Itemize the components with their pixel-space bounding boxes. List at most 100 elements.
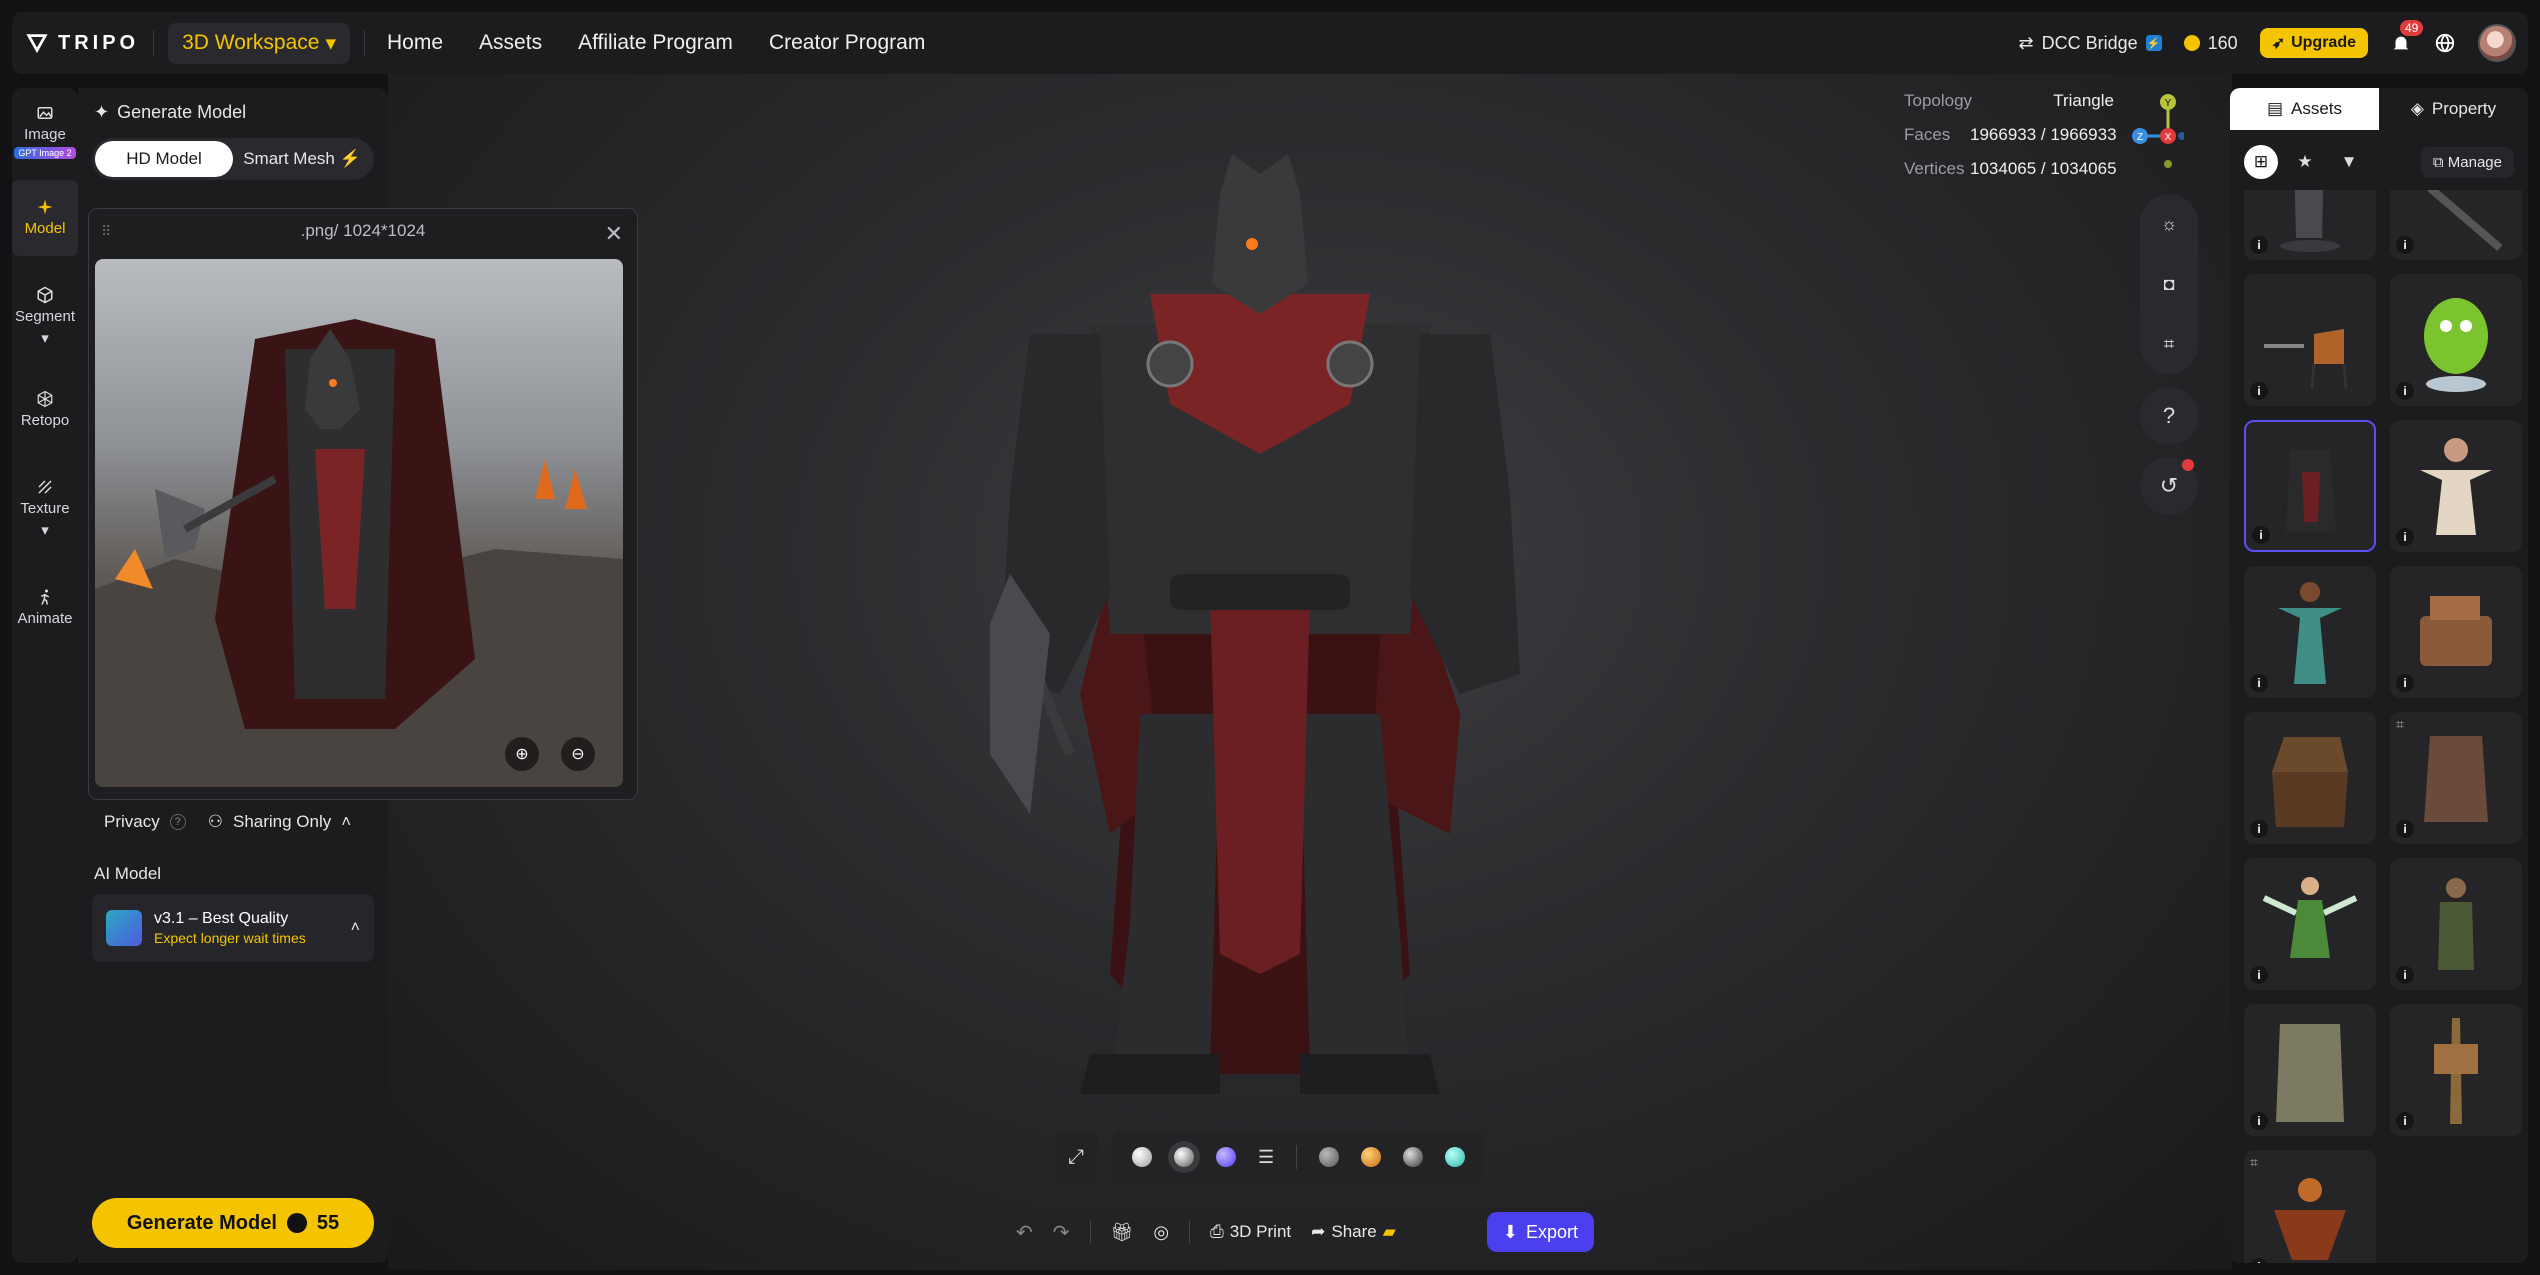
asset-card[interactable]: i (2390, 274, 2522, 406)
3d-viewport[interactable] (388, 74, 2232, 1270)
render-clay-icon[interactable] (1132, 1147, 1152, 1167)
material-teal-icon[interactable] (1445, 1147, 1466, 1167)
asset-card[interactable]: i (2390, 566, 2522, 698)
asset-card[interactable]: i (2244, 190, 2376, 260)
nav-assets[interactable]: Assets (479, 31, 542, 55)
info-icon[interactable]: i (2396, 382, 2414, 400)
render-shaded-icon[interactable] (1174, 1147, 1194, 1167)
asset-card[interactable]: i (2244, 566, 2376, 698)
rail-item-texture[interactable]: Texture ▾ (12, 478, 78, 539)
history-button[interactable]: ↺ (2140, 457, 2198, 515)
share-label: Share (1331, 1222, 1377, 1241)
notifications-button[interactable]: 49 (2390, 20, 2424, 54)
info-icon[interactable]: i (2250, 1112, 2268, 1130)
image-preview-window[interactable]: ⠿ .png/ 1024*1024 ✕ ⊕ ⊖ (88, 208, 638, 800)
rail-label: Animate (17, 610, 73, 627)
aperture-icon[interactable]: ◎ (1153, 1222, 1169, 1243)
nav-home[interactable]: Home (387, 31, 443, 55)
render-normal-icon[interactable] (1216, 1147, 1236, 1167)
asset-card[interactable]: i (2390, 420, 2522, 552)
left-rail: Image GPT Image 2 Model Segment ▾ Retopo… (12, 88, 78, 1263)
sliders-icon[interactable]: ☰ (1258, 1147, 1274, 1168)
tab-assets[interactable]: ▤ Assets (2230, 88, 2379, 130)
help-icon[interactable]: ? (169, 814, 186, 830)
info-icon[interactable]: i (2396, 236, 2414, 254)
ai-model-selector[interactable]: v3.1 – Best Quality Expect longer wait t… (92, 894, 374, 962)
filter-icon[interactable]: ▼ (2332, 145, 2366, 179)
rail-item-image[interactable]: Image GPT Image 2 (12, 104, 78, 159)
material-metal-icon[interactable] (1319, 1147, 1340, 1167)
workspace-dropdown[interactable]: 3D Workspace ▾ (168, 22, 351, 64)
gift-icon[interactable]: 🎁︎ (1111, 1222, 1134, 1243)
nav-creator[interactable]: Creator Program (769, 31, 925, 55)
rail-item-retopo[interactable]: Retopo (12, 390, 78, 429)
sharing-dropdown[interactable]: Sharing Only (233, 812, 331, 832)
info-icon[interactable]: i (2396, 674, 2414, 692)
info-icon[interactable]: i (2250, 820, 2268, 838)
redo-icon[interactable]: ↷ (1053, 1220, 1070, 1245)
info-icon[interactable]: i (2396, 1112, 2414, 1130)
info-icon[interactable]: i (2250, 382, 2268, 400)
tab-hd-model[interactable]: HD Model (95, 141, 233, 177)
info-icon[interactable]: i (2250, 966, 2268, 984)
export-button[interactable]: ⬇ Export (1486, 1212, 1594, 1252)
rail-item-animate[interactable]: Animate (12, 588, 78, 627)
asset-card[interactable]: ⌗ i (2244, 1150, 2376, 1263)
info-icon[interactable]: i (2252, 526, 2270, 544)
close-icon[interactable]: ✕ (605, 221, 623, 247)
asset-card[interactable]: i (2244, 858, 2376, 990)
grid-view-icon[interactable]: ⊞ (2244, 145, 2278, 179)
info-icon[interactable]: i (2396, 966, 2414, 984)
asset-card[interactable]: ⌗ i (2390, 712, 2522, 844)
asset-card[interactable]: i (2244, 1004, 2376, 1136)
material-chrome-icon[interactable] (1403, 1147, 1424, 1167)
asset-card-selected[interactable]: i (2244, 420, 2376, 552)
globe-icon[interactable] (2434, 32, 2456, 54)
folder-icon: ▤ (2266, 99, 2284, 118)
help-button[interactable]: ? (2140, 387, 2198, 445)
zoom-in-button[interactable]: ⊕ (505, 737, 539, 771)
tripo-logo[interactable]: TRIPO (26, 32, 139, 55)
axis-gizmo[interactable]: Y Z X (2124, 92, 2184, 172)
generate-model-button[interactable]: Generate Model 55 (92, 1198, 374, 1248)
crop-icon[interactable]: ⌗ (2164, 334, 2174, 355)
stat-faces: Faces 1966933 / 1966933 (1904, 118, 2117, 152)
asset-card[interactable]: i (2244, 712, 2376, 844)
upgrade-button[interactable]: ➶ Upgrade (2259, 28, 2368, 58)
manage-button[interactable]: ⧉ Manage (2420, 146, 2514, 178)
info-icon[interactable]: i (2250, 674, 2268, 692)
download-icon: ⬇ (1502, 1221, 1518, 1242)
star-icon[interactable]: ★ (2288, 145, 2322, 179)
dcc-bridge-button[interactable]: ⇄ DCC Bridge ⚡ (2019, 33, 2162, 54)
3d-print-button[interactable]: ⎙ 3D Print (1210, 1222, 1291, 1242)
asset-card[interactable]: i (2390, 1004, 2522, 1136)
3d-print-label: 3D Print (1229, 1222, 1292, 1241)
nav-affiliate[interactable]: Affiliate Program (578, 31, 733, 55)
reference-image: ⊕ ⊖ (95, 259, 623, 787)
expand-icon[interactable]: ⤢ (1068, 1146, 1084, 1169)
rail-item-model[interactable]: Model (12, 198, 78, 237)
tab-smart-mesh[interactable]: Smart Mesh ⚡ (233, 141, 371, 177)
tab-property[interactable]: ◈ Property (2379, 88, 2528, 130)
undo-icon[interactable]: ↶ (1016, 1220, 1033, 1245)
material-gold-icon[interactable] (1361, 1147, 1382, 1167)
credits-display[interactable]: 160 (2183, 33, 2238, 54)
asset-card[interactable]: i (2244, 274, 2376, 406)
info-icon[interactable]: i (2396, 528, 2414, 546)
asset-card[interactable]: i (2390, 858, 2522, 990)
camera-icon[interactable]: ◘ (2164, 274, 2175, 295)
asset-card[interactable]: i (2390, 190, 2522, 260)
zoom-out-button[interactable]: ⊖ (561, 737, 595, 771)
lighting-icon[interactable]: ☼ (2161, 214, 2178, 235)
notification-count: 49 (2400, 20, 2424, 36)
divider (364, 30, 366, 56)
knight-illustration (95, 319, 623, 787)
cube-icon (37, 286, 53, 304)
share-button[interactable]: ➦ Share ▰ (1311, 1222, 1396, 1242)
rail-item-segment[interactable]: Segment ▾ (12, 286, 78, 347)
printer-icon: ⎙ (1210, 1222, 1224, 1241)
layers-icon: ◈ (2410, 99, 2424, 118)
info-icon[interactable]: i (2396, 820, 2414, 838)
avatar[interactable] (2478, 24, 2516, 62)
info-icon[interactable]: i (2250, 236, 2268, 254)
